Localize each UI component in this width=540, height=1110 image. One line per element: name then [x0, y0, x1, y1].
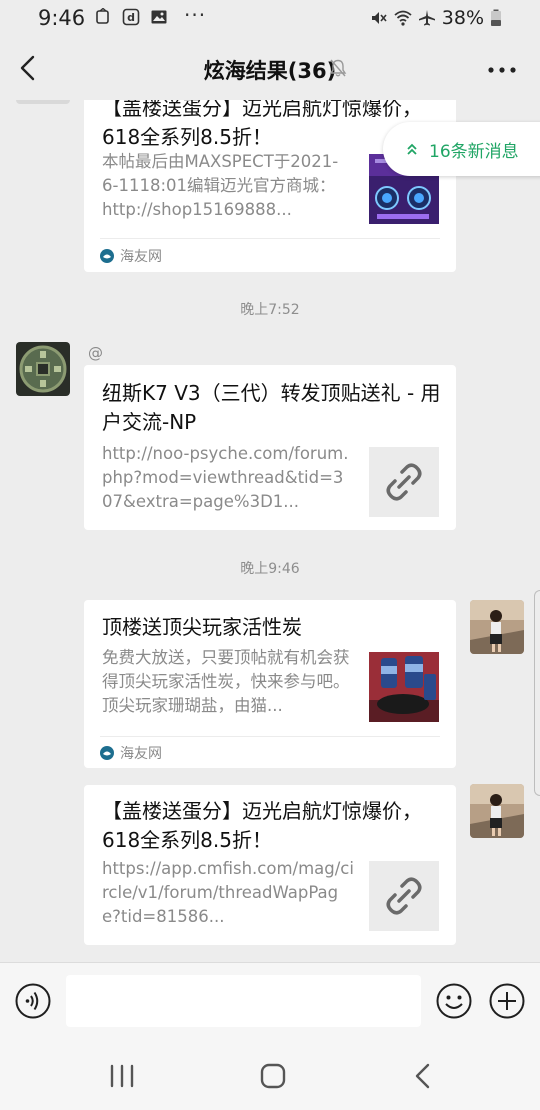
- voice-icon[interactable]: [15, 983, 51, 1019]
- avatar[interactable]: [470, 784, 524, 838]
- link-card[interactable]: 纽斯K7 V3（三代）转发顶贴送礼 - 用户交流-NP http://noo-p…: [84, 365, 456, 530]
- card-desc: 免费大放送，只要顶帖就有机会获得顶尖玩家活性炭，快来参与吧。顶尖玩家珊瑚盐，由猫…: [102, 648, 350, 715]
- chat-header: 炫海结果(36): [0, 38, 540, 100]
- link-thumb: [369, 861, 439, 931]
- status-bar: 9:46 d ··· 38%: [0, 0, 540, 38]
- recent-apps-icon[interactable]: [108, 1064, 136, 1088]
- haiyou-logo-icon: [100, 249, 114, 263]
- card-source-label: 海友网: [120, 249, 162, 265]
- card-title: 顶楼送顶尖玩家活性炭: [102, 615, 302, 639]
- new-messages-label: 16条新消息: [429, 141, 519, 162]
- double-chevron-up-icon: [407, 143, 417, 155]
- link-card[interactable]: 顶楼送顶尖玩家活性炭 免费大放送，只要顶帖就有机会获得顶尖玩家活性炭，快来参与吧…: [84, 600, 456, 768]
- card-divider: [100, 736, 440, 737]
- timestamp: 晚上7:52: [240, 302, 300, 318]
- link-card[interactable]: 【盖楼送蛋分】迈光启航灯惊爆价，618全系列8.5折！ https://app.…: [84, 785, 456, 945]
- link-thumb: [369, 447, 439, 517]
- emoji-icon[interactable]: [436, 983, 472, 1019]
- airplane-icon: [418, 10, 435, 26]
- input-bar: [0, 962, 540, 1040]
- card-source-label: 海友网: [120, 746, 162, 762]
- link-icon: [386, 877, 422, 915]
- battery-icon: [491, 9, 501, 26]
- status-more-dots: ···: [184, 3, 207, 27]
- wifi-icon: [394, 10, 412, 26]
- battery-percent: 38%: [441, 7, 484, 29]
- svg-text:d: d: [127, 11, 135, 24]
- avatar[interactable]: [470, 600, 524, 654]
- card-source: 海友网: [100, 743, 162, 763]
- activated-carbon-product-image: [369, 652, 439, 722]
- link-icon: [386, 463, 422, 501]
- d-app-icon: d: [122, 8, 140, 26]
- back-nav-icon[interactable]: [412, 1062, 434, 1090]
- card-divider: [100, 238, 440, 239]
- mute-bell-icon: [329, 59, 347, 77]
- sender-name: @: [88, 344, 103, 362]
- card-title: 【盖楼送蛋分】迈光启航灯惊爆价，618全系列8.5折！: [102, 100, 422, 149]
- chat-title: 炫海结果(36): [203, 59, 337, 83]
- edge-panel-handle[interactable]: [534, 590, 540, 796]
- status-time: 9:46: [38, 6, 86, 30]
- haiyou-logo-icon: [100, 746, 114, 760]
- chat-message-list[interactable]: 【盖楼送蛋分】迈光启航灯惊爆价，618全系列8.5折！ 本帖最后由MAXSPEC…: [0, 100, 540, 962]
- card-title: 纽斯K7 V3（三代）转发顶贴送礼 - 用户交流-NP: [102, 381, 441, 434]
- avatar[interactable]: [16, 342, 70, 396]
- home-icon[interactable]: [259, 1062, 287, 1090]
- card-desc: https://app.cmfish.com/mag/circle/v1/for…: [102, 859, 354, 926]
- more-icon[interactable]: [488, 66, 516, 74]
- avatar[interactable]: [16, 100, 70, 104]
- plus-icon[interactable]: [489, 983, 525, 1019]
- card-desc: 本帖最后由MAXSPECT于2021-6-1118:01编辑迈光官方商城：htt…: [102, 152, 339, 219]
- card-desc: http://noo-psyche.com/forum.php?mod=view…: [102, 444, 349, 511]
- system-nav-bar: [0, 1040, 540, 1110]
- message-input[interactable]: [66, 975, 421, 1027]
- image-icon: [151, 10, 167, 24]
- card-title: 【盖楼送蛋分】迈光启航灯惊爆价，618全系列8.5折！: [102, 799, 422, 852]
- timestamp: 晚上9:46: [240, 561, 300, 577]
- mute-sound-icon: [371, 12, 387, 24]
- vibrate-icon: [96, 8, 109, 24]
- card-source: 海友网: [100, 246, 162, 266]
- new-messages-button[interactable]: 16条新消息: [383, 122, 540, 176]
